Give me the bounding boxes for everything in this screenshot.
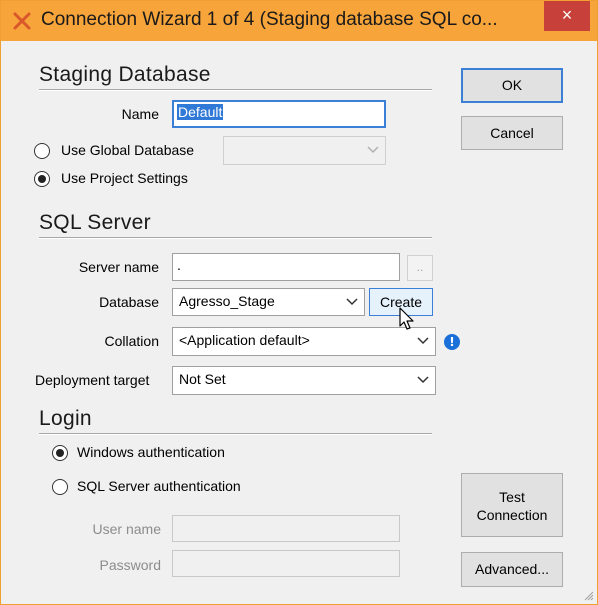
chevron-down-icon	[417, 376, 429, 384]
database-label: Database	[99, 294, 159, 310]
close-button[interactable]: ×	[544, 1, 590, 31]
deployment-target-label: Deployment target	[35, 372, 150, 388]
username-label: User name	[92, 521, 161, 537]
name-input-value: Default	[177, 104, 224, 120]
sql-server-section-title: SQL Server	[39, 211, 151, 234]
use-project-label[interactable]: Use Project Settings	[61, 170, 188, 186]
window-title: Connection Wizard 1 of 4 (Staging databa…	[41, 9, 498, 30]
cancel-button[interactable]: Cancel	[461, 116, 563, 150]
name-label: Name	[121, 106, 159, 122]
chevron-down-icon	[417, 337, 429, 345]
radio-selected-dot	[38, 175, 46, 183]
collation-select[interactable]: <Application default>	[172, 327, 436, 356]
use-global-radio[interactable]	[34, 143, 50, 159]
deployment-target-value: Not Set	[179, 371, 226, 387]
server-name-input[interactable]: .	[172, 253, 400, 281]
ok-button[interactable]: OK	[461, 68, 563, 103]
test-connection-label-line2: Connection	[476, 507, 548, 523]
staging-divider	[39, 89, 432, 91]
username-input[interactable]	[172, 515, 400, 542]
title-bar[interactable]: Connection Wizard 1 of 4 (Staging databa…	[1, 1, 597, 41]
server-name-label: Server name	[78, 259, 159, 275]
use-project-radio[interactable]	[34, 171, 50, 187]
staging-section-title: Staging Database	[39, 63, 211, 86]
radio-selected-dot	[56, 449, 64, 457]
password-input[interactable]	[172, 550, 400, 577]
sql-server-divider	[39, 237, 432, 239]
close-icon: ×	[561, 5, 573, 25]
tool-x-icon	[13, 12, 31, 30]
password-label: Password	[99, 557, 161, 573]
chevron-down-icon	[346, 298, 358, 306]
advanced-button[interactable]: Advanced...	[461, 552, 563, 587]
global-database-select[interactable]	[223, 136, 386, 165]
deployment-target-select[interactable]: Not Set	[172, 366, 436, 395]
sql-auth-radio[interactable]	[52, 479, 68, 495]
test-connection-label-line1: Test	[499, 489, 525, 505]
resize-grip-icon[interactable]	[584, 591, 594, 601]
collation-label: Collation	[104, 333, 159, 349]
use-global-label[interactable]: Use Global Database	[61, 142, 194, 158]
mouse-pointer-icon	[399, 307, 414, 330]
chevron-down-icon	[367, 146, 379, 154]
windows-auth-label[interactable]: Windows authentication	[77, 444, 225, 460]
database-value: Agresso_Stage	[179, 293, 275, 309]
test-connection-button[interactable]: Test Connection	[461, 473, 563, 537]
sql-auth-label[interactable]: SQL Server authentication	[77, 478, 241, 494]
windows-auth-radio[interactable]	[52, 445, 68, 461]
connection-wizard-window: Connection Wizard 1 of 4 (Staging databa…	[0, 0, 598, 605]
database-select[interactable]: Agresso_Stage	[172, 288, 365, 316]
login-section-title: Login	[39, 407, 92, 430]
server-browse-button[interactable]: ..	[407, 255, 433, 281]
login-divider	[39, 433, 432, 435]
info-icon[interactable]: !	[444, 334, 460, 350]
name-input[interactable]: Default	[172, 100, 386, 128]
collation-value: <Application default>	[179, 332, 310, 348]
